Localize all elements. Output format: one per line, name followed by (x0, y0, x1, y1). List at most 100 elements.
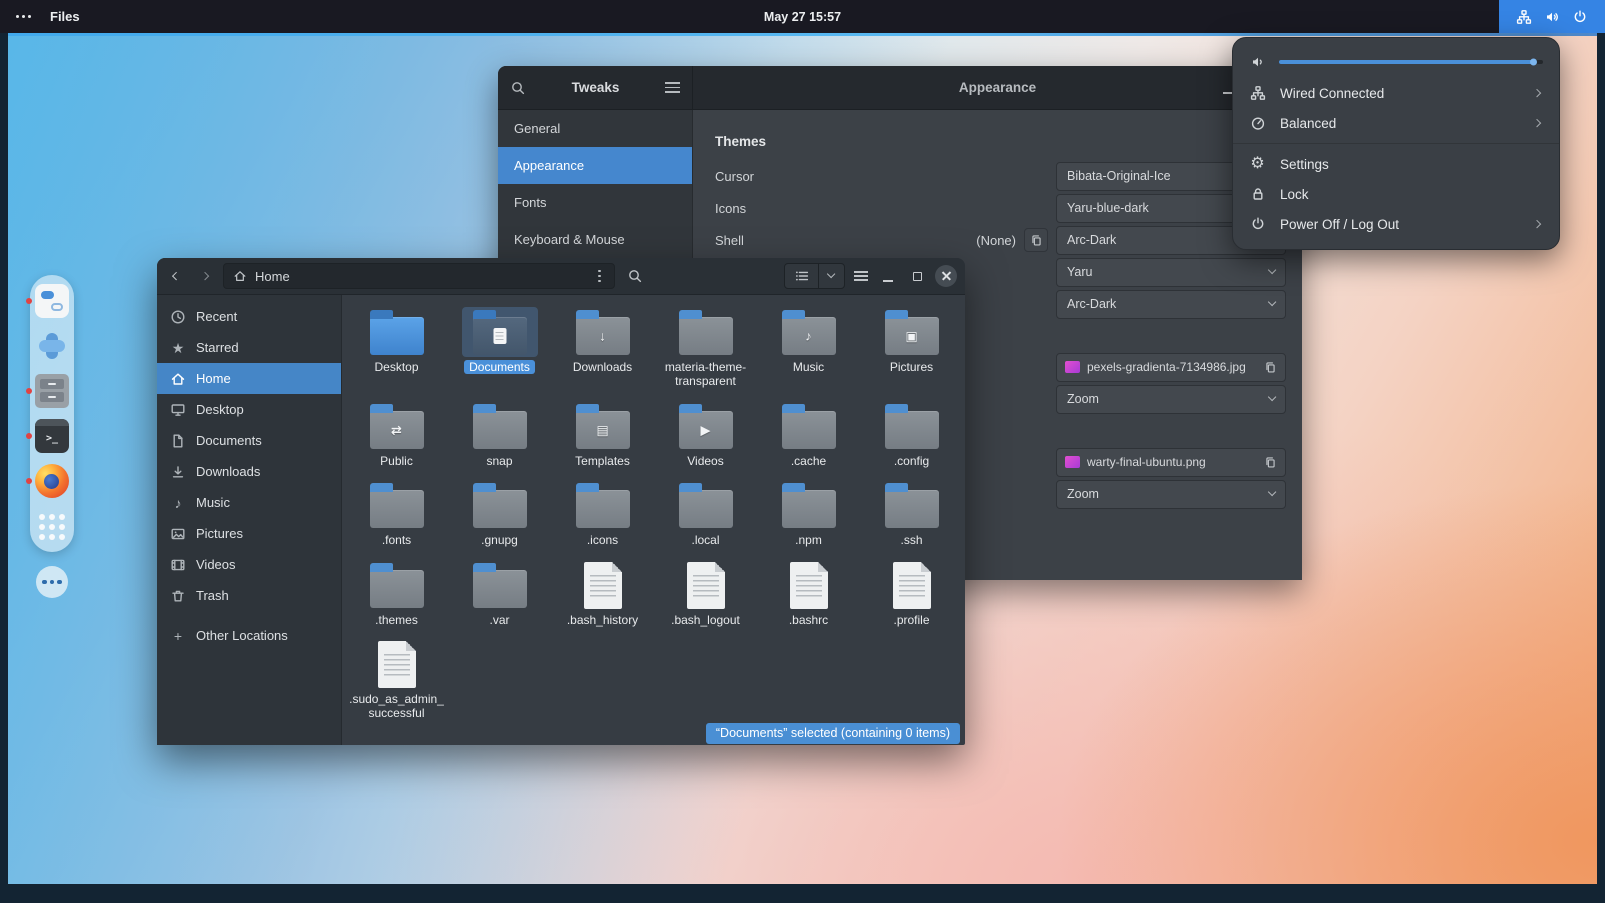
clock[interactable]: May 27 15:57 (764, 10, 841, 24)
folder-icon (359, 480, 435, 530)
menu-item-label: Balanced (1280, 116, 1520, 131)
file-item-materia-theme-transparent[interactable]: materia-theme-transparent (654, 301, 757, 395)
background-image-button[interactable]: pexels-gradienta-7134986.jpg (1056, 353, 1286, 382)
sidebar-item-documents[interactable]: Documents (157, 425, 341, 456)
sidebar-item-music[interactable]: ♪Music (157, 487, 341, 518)
text-file-icon (668, 560, 744, 610)
tweaks-sidebar-general[interactable]: General (498, 110, 692, 147)
window-menu-button[interactable] (852, 267, 870, 285)
tweaks-header-left: Tweaks (498, 66, 693, 110)
star-icon: ★ (170, 341, 186, 355)
kebab-menu-icon[interactable] (594, 268, 605, 285)
file-item-public[interactable]: ⇄Public (345, 395, 448, 474)
view-options-button[interactable] (819, 264, 844, 288)
dock-item-files[interactable] (35, 374, 69, 408)
file-item-bashrc[interactable]: .bashrc (757, 554, 860, 633)
menu-item-balanced[interactable]: Balanced (1233, 108, 1559, 138)
file-item-profile[interactable]: .profile (860, 554, 963, 633)
trash-icon (170, 588, 186, 604)
folder-icon: ▤ (565, 401, 641, 451)
dock-item-terminal[interactable]: >_ (35, 419, 69, 453)
menu-item-wired-connected[interactable]: Wired Connected (1233, 78, 1559, 108)
sidebar-item-label: Pictures (196, 526, 243, 541)
tweaks-sidebar-appearance[interactable]: Appearance (498, 147, 692, 184)
file-picker-icon[interactable] (1264, 361, 1277, 374)
sidebar-item-home[interactable]: Home (157, 363, 341, 394)
tweaks-sidebar-fonts[interactable]: Fonts (498, 184, 692, 221)
file-item-bash-logout[interactable]: .bash_logout (654, 554, 757, 633)
back-button[interactable] (165, 264, 187, 288)
file-item-var[interactable]: .var (448, 554, 551, 633)
sidebar-item-pictures[interactable]: Pictures (157, 518, 341, 549)
file-item-themes[interactable]: .themes (345, 554, 448, 633)
minimize-button[interactable] (877, 265, 899, 287)
file-item-templates[interactable]: ▤Templates (551, 395, 654, 474)
menu-item-lock[interactable]: Lock (1233, 179, 1559, 209)
maximize-button[interactable] (906, 265, 928, 287)
firefox-app-icon (35, 464, 69, 498)
dock-item-firefox[interactable] (35, 464, 69, 498)
file-item-sudo-as-admin-successful[interactable]: .sudo_as_admin_successful (345, 633, 448, 727)
file-name: Pictures (890, 360, 933, 374)
file-picker-icon[interactable] (1264, 456, 1277, 469)
tweaks-sidebar-keyboard-mouse[interactable]: Keyboard & Mouse (498, 221, 692, 258)
file-item-music[interactable]: ♪Music (757, 301, 860, 395)
file-item-gnupg[interactable]: .gnupg (448, 474, 551, 553)
sidebar-item-downloads[interactable]: Downloads (157, 456, 341, 487)
file-item-npm[interactable]: .npm (757, 474, 860, 553)
theme-row-cursor: CursorBibata-Original-Ice (715, 160, 1286, 192)
sound-theme-dropdown[interactable]: Yaru (1056, 258, 1286, 287)
file-item-videos[interactable]: ▶Videos (654, 395, 757, 474)
lockscreen-image-name: warty-final-ubuntu.png (1087, 455, 1257, 469)
system-tray[interactable] (1499, 0, 1605, 33)
folder-icon (771, 401, 847, 451)
file-item-icons[interactable]: .icons (551, 474, 654, 553)
clipboard-icon[interactable] (1024, 228, 1048, 252)
sidebar-item-starred[interactable]: ★Starred (157, 332, 341, 363)
file-item-desktop[interactable]: Desktop (345, 301, 448, 395)
sidebar-item-recent[interactable]: Recent (157, 301, 341, 332)
running-indicator (26, 433, 32, 439)
lockscreen-image-button[interactable]: warty-final-ubuntu.png (1056, 448, 1286, 477)
search-button[interactable] (622, 263, 648, 289)
sidebar-item-other-locations[interactable]: +Other Locations (157, 620, 341, 651)
sidebar-item-desktop[interactable]: Desktop (157, 394, 341, 425)
file-item-cache[interactable]: .cache (757, 395, 860, 474)
close-button[interactable] (935, 265, 957, 287)
background-adjustment-dropdown[interactable]: Zoom (1056, 385, 1286, 414)
file-item-ssh[interactable]: .ssh (860, 474, 963, 553)
volume-slider[interactable] (1279, 60, 1543, 64)
file-item-fonts[interactable]: .fonts (345, 474, 448, 553)
sidebar-item-trash[interactable]: Trash (157, 580, 341, 611)
file-item-pictures[interactable]: ▣Pictures (860, 301, 963, 395)
theme-row-label: Cursor (715, 169, 754, 184)
activities-button[interactable] (13, 10, 34, 23)
file-item-documents[interactable]: Documents (448, 301, 551, 395)
lockscreen-adjustment-dropdown[interactable]: Zoom (1056, 480, 1286, 509)
file-item-bash-history[interactable]: .bash_history (551, 554, 654, 633)
list-view-button[interactable] (785, 264, 819, 288)
dock-item-app-grid[interactable] (35, 509, 69, 543)
desktop: >_ Tweaks Appearance GeneralAppearanceFo… (0, 0, 1605, 903)
search-icon[interactable] (510, 80, 526, 96)
focused-app-name[interactable]: Files (50, 9, 80, 24)
dock-item-software[interactable] (35, 329, 69, 363)
gear-icon: ⚙ (1249, 156, 1266, 172)
menu-item-settings[interactable]: ⚙Settings (1233, 149, 1559, 179)
download-icon (170, 464, 186, 480)
dock-more-button[interactable] (36, 566, 68, 598)
sidebar-item-videos[interactable]: Videos (157, 549, 341, 580)
file-item-config[interactable]: .config (860, 395, 963, 474)
path-bar[interactable]: Home (223, 263, 615, 289)
dock-item-tweaks[interactable] (35, 284, 69, 318)
file-item-local[interactable]: .local (654, 474, 757, 553)
file-item-downloads[interactable]: ↓Downloads (551, 301, 654, 395)
file-item-snap[interactable]: snap (448, 395, 551, 474)
legacy-theme-dropdown[interactable]: Arc-Dark (1056, 290, 1286, 319)
forward-button[interactable] (194, 264, 216, 288)
file-name: Documents (464, 360, 535, 374)
menu-item-power-off-log-out[interactable]: Power Off / Log Out (1233, 209, 1559, 239)
menu-icon[interactable] (665, 79, 680, 95)
folder-icon (359, 560, 435, 610)
system-menu-items: Wired Connected Balanced ⚙SettingsLockPowe… (1233, 78, 1559, 239)
